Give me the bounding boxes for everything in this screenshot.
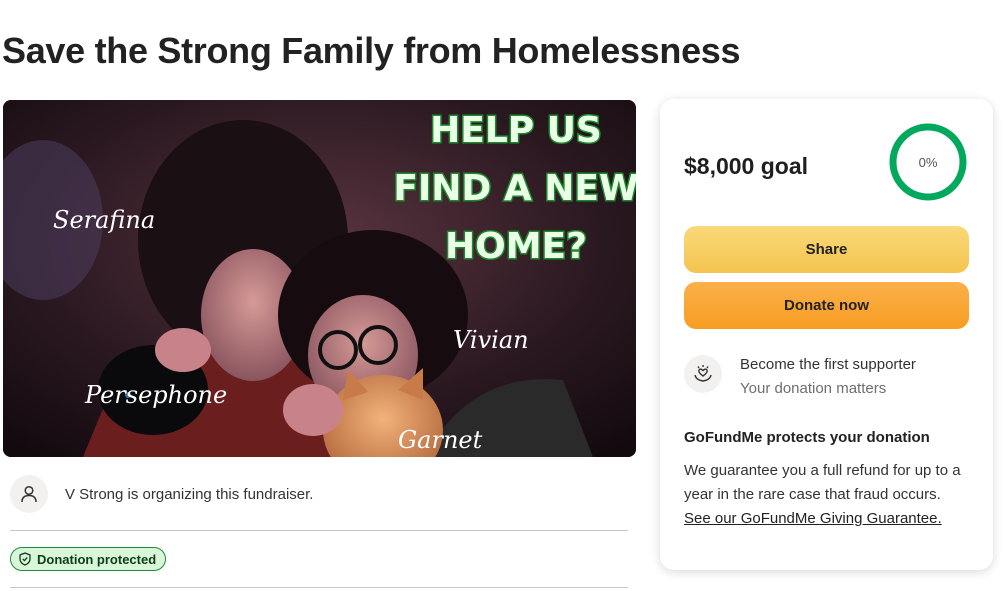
hero-name-persephone: Persephone	[84, 381, 227, 409]
protection-body: We guarantee you a full refund for up to…	[684, 459, 979, 531]
goal-amount: $8,000 goal	[684, 153, 809, 179]
page-title: Save the Strong Family from Homelessness	[2, 30, 741, 71]
progress-percent: 0%	[918, 154, 938, 170]
donation-card: $8,000 goal 0% Share Donate now Become t…	[660, 99, 993, 570]
organizer-row[interactable]: V Strong is organizing this fundraiser.	[10, 475, 313, 513]
protection-title: GoFundMe protects your donation	[684, 429, 930, 446]
hero-name-garnet: Garnet	[398, 426, 483, 454]
divider	[10, 587, 628, 588]
hero-name-vivian: Vivian	[453, 326, 529, 354]
hero-headline-line3: HOME?	[445, 226, 587, 267]
share-button[interactable]: Share	[684, 226, 969, 273]
protection-text: We guarantee you a full refund for up to…	[684, 462, 961, 503]
shield-check-icon	[19, 552, 31, 566]
first-supporter-row: Become the first supporter Your donation…	[684, 355, 916, 399]
donate-now-button[interactable]: Donate now	[684, 282, 969, 329]
badge-label: Donation protected	[37, 551, 157, 567]
divider	[10, 530, 628, 531]
donation-protected-badge[interactable]: Donation protected	[10, 547, 167, 571]
hero-headline-line1: HELP US	[430, 110, 602, 151]
supporter-title: Become the first supporter	[740, 356, 916, 373]
hero-headline-line2: FIND A NEW	[393, 168, 636, 209]
organizer-text: V Strong is organizing this fundraiser.	[65, 485, 314, 503]
giving-guarantee-link[interactable]: See our GoFundMe Giving Guarantee.	[684, 507, 979, 531]
campaign-hero-image[interactable]: HELP US FIND A NEW HOME? Serafina Vivian…	[3, 100, 636, 457]
heart-hands-icon	[684, 355, 722, 393]
hero-name-serafina: Serafina	[53, 206, 155, 234]
user-icon	[10, 475, 48, 513]
supporter-subtitle: Your donation matters	[740, 380, 887, 397]
